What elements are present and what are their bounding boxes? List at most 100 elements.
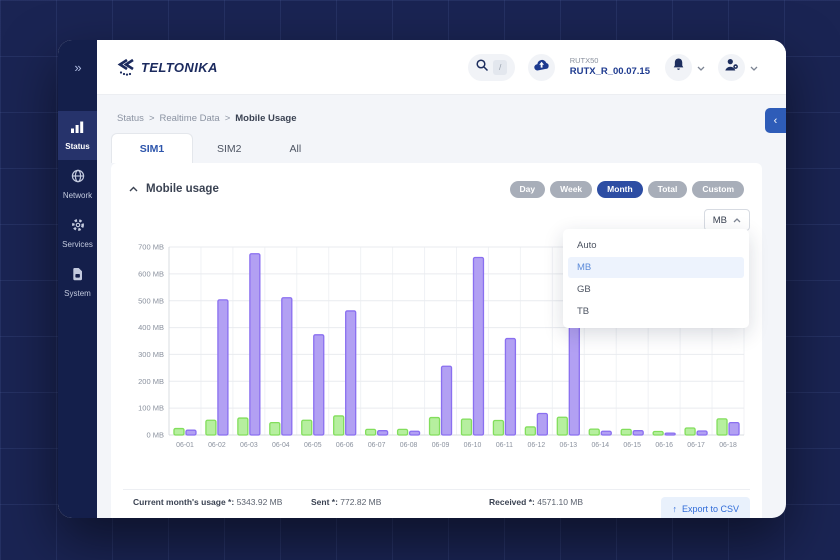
sim-card-icon	[71, 267, 84, 286]
notifications-button[interactable]	[665, 54, 692, 81]
collapse-chevron-icon[interactable]	[129, 183, 138, 195]
svg-text:06-03: 06-03	[240, 442, 258, 449]
svg-text:06-11: 06-11	[496, 442, 513, 449]
teltonika-logo-mark	[115, 58, 137, 77]
breadcrumb-mobile-usage: Mobile Usage	[235, 113, 296, 124]
tab-sim1[interactable]: SIM1	[111, 133, 193, 163]
stat-value: 5343.92 MB	[237, 497, 283, 507]
stat-value: 4571.10 MB	[537, 497, 583, 507]
search-icon	[475, 58, 489, 77]
unit-option-gb[interactable]: GB	[568, 279, 744, 300]
cloud-icon	[533, 58, 550, 77]
svg-text:06-01: 06-01	[176, 442, 194, 449]
svg-text:06-14: 06-14	[591, 442, 609, 449]
export-csv-label: Export to CSV	[682, 504, 739, 514]
breadcrumb-realtime-data[interactable]: Realtime Data	[160, 113, 220, 124]
card-title-group: Mobile usage	[129, 183, 219, 195]
export-csv-button[interactable]: ↑ Export to CSV	[661, 497, 750, 518]
device-info: RUTX50 RUTX_R_00.07.15	[570, 56, 650, 77]
top-header: TELTONIKA / RUTX50 RUTX_R_00.07.15	[97, 40, 786, 95]
svg-text:06-04: 06-04	[272, 442, 290, 449]
sidebar-item-status[interactable]: Status	[58, 111, 97, 160]
stat-received: Received *: 4571.10 MB	[489, 497, 661, 507]
unit-select-row: MB	[123, 209, 750, 231]
svg-text:600 MB: 600 MB	[138, 269, 164, 278]
sidebar-item-network[interactable]: Network	[58, 160, 97, 209]
sidebar-item-label: Services	[62, 240, 93, 249]
sidebar-nav: Status Network Services System	[58, 111, 97, 307]
device-firmware: RUTX_R_00.07.15	[570, 66, 650, 78]
upload-arrow-icon: ↑	[672, 504, 677, 514]
signal-bars-icon	[70, 120, 85, 139]
content-area: Status > Realtime Data > Mobile Usage SIM1 S…	[97, 95, 786, 518]
svg-text:700 MB: 700 MB	[138, 243, 164, 252]
unit-option-auto[interactable]: Auto	[568, 235, 744, 256]
user-gear-icon	[724, 57, 739, 77]
period-total-button[interactable]: Total	[648, 181, 688, 198]
notifications-control	[665, 54, 705, 81]
search-button[interactable]: /	[468, 54, 515, 81]
breadcrumb-separator: >	[225, 113, 231, 124]
svg-text:0 MB: 0 MB	[146, 431, 164, 440]
user-settings-button[interactable]	[718, 54, 745, 81]
period-week-button[interactable]: Week	[550, 181, 592, 198]
usage-summary-row: Current month's usage *: 5343.92 MB Sent…	[123, 489, 750, 518]
unit-select-button[interactable]: MB	[704, 209, 750, 231]
svg-text:06-12: 06-12	[528, 442, 546, 449]
unit-dropdown-menu: Auto MB GB TB	[563, 229, 749, 328]
svg-text:06-02: 06-02	[208, 442, 226, 449]
globe-icon	[71, 169, 85, 188]
breadcrumb-status[interactable]: Status	[117, 113, 144, 124]
stat-value: 772.82 MB	[340, 497, 381, 507]
sidebar-item-services[interactable]: Services	[58, 209, 97, 258]
svg-text:06-13: 06-13	[559, 442, 577, 449]
svg-text:06-18: 06-18	[719, 442, 737, 449]
stat-label: Sent *:	[311, 497, 338, 507]
rms-cloud-button[interactable]	[528, 54, 555, 81]
sidebar-item-system[interactable]: System	[58, 258, 97, 307]
breadcrumb-separator: >	[149, 113, 155, 124]
tab-sim2[interactable]: SIM2	[193, 134, 266, 163]
teltonika-logo[interactable]: TELTONIKA	[115, 58, 218, 77]
svg-text:400 MB: 400 MB	[138, 323, 164, 332]
unit-option-tb[interactable]: TB	[568, 301, 744, 322]
period-custom-button[interactable]: Custom	[692, 181, 744, 198]
chevron-down-icon[interactable]	[697, 58, 705, 76]
header-controls: / RUTX50 RUTX_R_00.07.15	[468, 54, 758, 81]
svg-text:06-16: 06-16	[655, 442, 673, 449]
sidebar-expand-icon[interactable]: »	[74, 60, 80, 75]
unit-option-mb[interactable]: MB	[568, 257, 744, 278]
svg-text:06-10: 06-10	[464, 442, 482, 449]
stat-sent: Sent *: 772.82 MB	[311, 497, 489, 507]
chevron-up-icon	[733, 215, 741, 226]
stat-label: Received *:	[489, 497, 535, 507]
unit-select-value: MB	[713, 215, 727, 226]
period-day-button[interactable]: Day	[510, 181, 546, 198]
main-area: TELTONIKA / RUTX50 RUTX_R_00.07.15	[97, 40, 786, 518]
svg-text:06-09: 06-09	[432, 442, 450, 449]
svg-text:500 MB: 500 MB	[138, 296, 164, 305]
sidebar-item-label: Status	[65, 142, 89, 151]
panel-collapse-button[interactable]: ‹	[765, 108, 786, 133]
user-control	[718, 54, 758, 81]
device-model: RUTX50	[570, 56, 650, 65]
sidebar: » Status Network Services	[58, 40, 97, 518]
card-header: Mobile usage Day Week Month Total Custom	[123, 175, 750, 203]
mobile-usage-card: Mobile usage Day Week Month Total Custom…	[111, 163, 762, 518]
logo-text: TELTONIKA	[141, 60, 218, 75]
search-shortcut-key: /	[493, 60, 507, 75]
chevron-down-icon[interactable]	[750, 58, 758, 76]
svg-text:06-15: 06-15	[623, 442, 641, 449]
svg-text:300 MB: 300 MB	[138, 350, 164, 359]
tab-all[interactable]: All	[266, 134, 326, 163]
sim-tabs: SIM1 SIM2 All	[111, 134, 762, 163]
svg-text:06-08: 06-08	[400, 442, 418, 449]
svg-text:06-07: 06-07	[368, 442, 386, 449]
stat-current-month: Current month's usage *: 5343.92 MB	[133, 497, 311, 507]
app-window: » Status Network Services	[58, 40, 786, 518]
stat-label: Current month's usage *:	[133, 497, 234, 507]
period-pills: Day Week Month Total Custom	[510, 181, 744, 198]
gear-icon	[71, 218, 85, 237]
period-month-button[interactable]: Month	[597, 181, 643, 198]
breadcrumb: Status > Realtime Data > Mobile Usage	[117, 113, 762, 124]
